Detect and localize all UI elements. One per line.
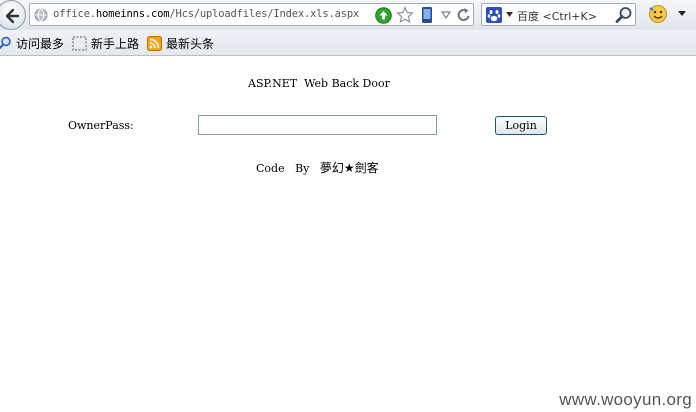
address-bar[interactable]: office.homeinns.com/Hcs/uploadfiles/Inde… xyxy=(29,3,474,26)
owner-pass-label: OwnerPass: xyxy=(68,119,134,132)
globe-icon xyxy=(34,8,48,22)
search-icon xyxy=(0,36,11,50)
bookmark-most-visited[interactable]: 访问最多 xyxy=(0,35,64,51)
page-title: ASP.NET Web Back Door xyxy=(248,77,390,90)
bookmark-star-icon[interactable] xyxy=(396,6,414,24)
browser-toolbar: office.homeinns.com/Hcs/uploadfiles/Inde… xyxy=(0,0,696,30)
page-content: ASP.NET Web Back Door OwnerPass: Login C… xyxy=(0,57,696,412)
rss-feed-icon xyxy=(147,35,162,51)
url-text: office.homeinns.com/Hcs/uploadfiles/Inde… xyxy=(53,8,360,20)
baidu-paw-icon xyxy=(486,7,502,23)
search-icon[interactable] xyxy=(615,6,633,24)
back-arrow-icon xyxy=(5,8,20,24)
bookmark-getting-started[interactable]: 新手上路 xyxy=(72,35,139,51)
back-button[interactable] xyxy=(0,0,26,30)
blank-page-icon xyxy=(72,36,87,50)
addon-emoji-icon[interactable] xyxy=(648,4,668,24)
login-button[interactable]: Login xyxy=(495,116,547,135)
menu-dropdown-icon[interactable] xyxy=(678,11,686,16)
search-bar[interactable]: 百度 <Ctrl+K> xyxy=(481,3,636,26)
reload-icon[interactable] xyxy=(457,7,471,23)
owner-pass-input[interactable] xyxy=(198,115,437,135)
engine-dropdown-icon[interactable] xyxy=(506,12,513,17)
mobile-device-icon[interactable] xyxy=(421,6,433,24)
go-arrow-icon[interactable] xyxy=(375,7,392,24)
search-placeholder: 百度 <Ctrl+K> xyxy=(517,10,597,23)
bookmark-latest-headlines[interactable]: 最新头条 xyxy=(147,35,214,51)
bookmarks-toolbar: 访问最多 新手上路 最新头条 xyxy=(0,30,696,56)
history-dropdown-icon[interactable] xyxy=(441,11,451,19)
author-credit: Code By 夢幻★劍客 xyxy=(256,161,379,175)
watermark: www.wooyun.org xyxy=(559,390,692,409)
